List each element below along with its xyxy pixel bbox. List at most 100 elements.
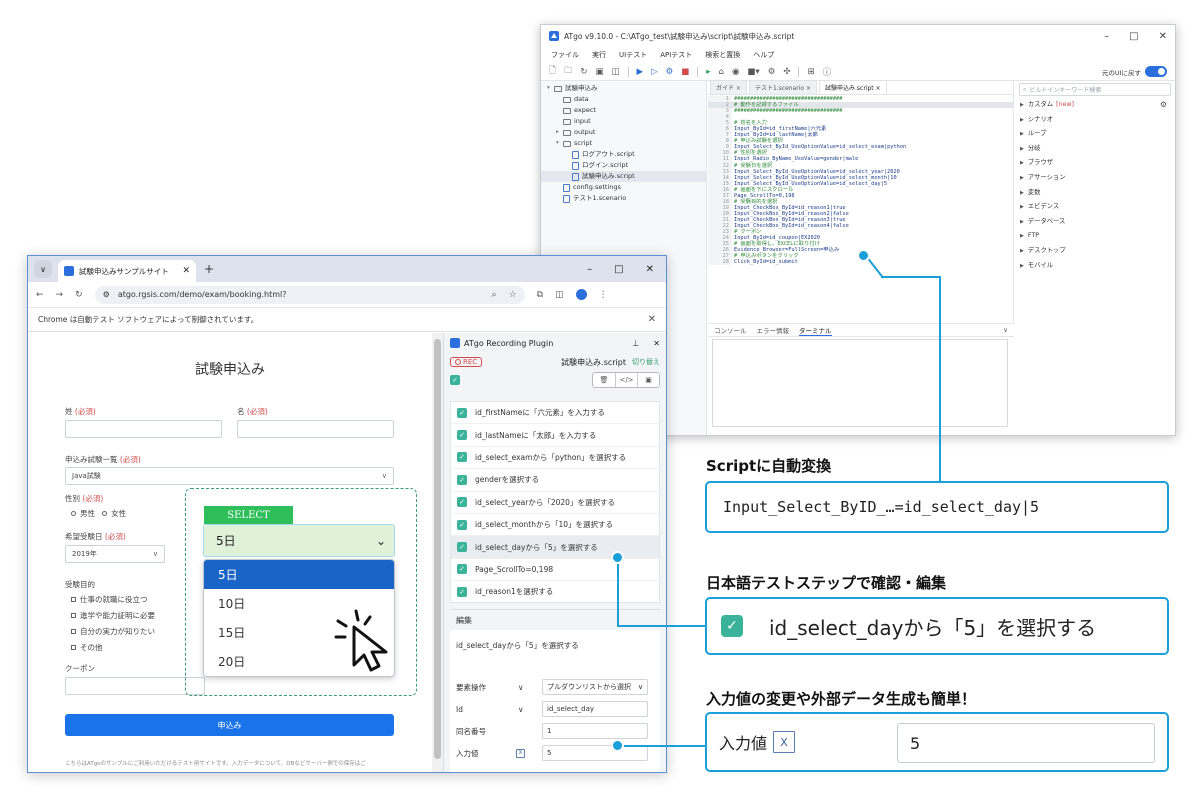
video-icon[interactable]: ■▾ [747, 67, 759, 77]
keyword-category[interactable]: ▶ カスタム [new] ⚙ [1015, 98, 1175, 113]
tree-item[interactable]: expect [541, 105, 706, 116]
recorded-step[interactable]: ✓ id_lastNameに「太郎」を入力する [451, 424, 659, 447]
bookmark-star-icon[interactable]: ☆ [509, 290, 517, 300]
tree-item[interactable]: 試験申込み.script [541, 171, 706, 182]
extensions-icon[interactable]: ⧉ [537, 290, 543, 300]
keyword-category[interactable]: ▶ エビデンス [1015, 200, 1175, 215]
menu-search-replace[interactable]: 検索と置換 [705, 50, 740, 60]
menu-ui-test[interactable]: UIテスト [619, 50, 647, 60]
tree-item[interactable]: ▾ 試験申込み [541, 83, 706, 94]
edit-row-value[interactable]: 1 [542, 723, 648, 739]
recorded-step[interactable]: ✓ id_firstNameに「六元素」を入力する [451, 402, 659, 425]
tree-item[interactable]: data [541, 94, 706, 105]
save-icon[interactable]: ▣ [637, 373, 659, 387]
zoom-icon[interactable]: ⌕ [492, 290, 497, 300]
edit-row-value[interactable]: プルダウンリストから選択 ∨ [542, 679, 648, 695]
step-checkbox[interactable]: ✓ [457, 452, 467, 463]
keyword-category[interactable]: ▶ FTP [1015, 229, 1175, 244]
step-checkbox[interactable]: ✓ [457, 519, 467, 530]
tree-item[interactable]: config.settings [541, 182, 706, 193]
site-info-icon[interactable]: ⚙ [103, 290, 110, 299]
expand-toggle-icon[interactable]: ▸ [556, 127, 563, 138]
keyword-category[interactable]: ▶ モバイル [1015, 259, 1175, 274]
keyword-search-input[interactable]: ⌕ ビルトインキーワード検索 [1019, 83, 1171, 96]
more-menu-icon[interactable]: ⋮ [599, 290, 608, 300]
reload-icon[interactable]: ↻ [75, 290, 83, 300]
tree-item[interactable]: ログイン.script [541, 160, 706, 171]
recorded-step[interactable]: ✓ id_select_monthから「10」を選択する [451, 514, 659, 537]
save-icon[interactable]: ▣ [595, 67, 603, 77]
excel-icon[interactable]: X [516, 748, 525, 758]
exam-select[interactable]: Java試験 ∨ [65, 467, 394, 485]
tree-item[interactable]: ▸ output [541, 127, 706, 138]
step-checkbox[interactable]: ✓ [457, 407, 467, 418]
menu-help[interactable]: ヘルプ [753, 50, 774, 60]
select-all-checkbox[interactable]: ✓ [450, 375, 460, 385]
maximize-icon[interactable]: □ [614, 264, 623, 275]
purpose-option[interactable]: 進学や能力証明に必要 [71, 610, 155, 621]
recorded-step[interactable]: ✓ genderを選択する [451, 469, 659, 492]
minimize-icon[interactable]: – [1104, 31, 1109, 42]
code-area[interactable]: 1 ################################## 2 # 動作… [708, 96, 1013, 323]
close-icon[interactable]: ✕ [653, 339, 660, 348]
maximize-icon[interactable]: □ [1129, 31, 1138, 42]
expand-toggle-icon[interactable]: ▾ [547, 83, 554, 94]
step-checkbox[interactable]: ✓ [457, 542, 467, 553]
chevron-down-icon[interactable]: ∨ [518, 705, 524, 714]
recorded-step[interactable]: ✓ id_reason1を選択する [451, 581, 659, 602]
edit-row-value[interactable]: id_select_day [542, 701, 648, 717]
menu-api-test[interactable]: APIテスト [660, 50, 692, 60]
forward-icon[interactable]: → [56, 290, 64, 300]
info-icon[interactable]: ⓘ [823, 66, 832, 78]
tab-terminal[interactable]: ターミナル [799, 325, 832, 336]
new-tab-icon[interactable]: + [204, 262, 214, 276]
menu-file[interactable]: ファイル [551, 50, 579, 60]
chevron-down-icon[interactable]: ∨ [1003, 326, 1008, 334]
step-checkbox[interactable]: ✓ [457, 586, 467, 597]
day-select[interactable]: 5日 ⌄ [203, 524, 395, 557]
coupon-input[interactable] [65, 677, 205, 695]
purpose-option[interactable]: その他 [71, 642, 103, 653]
delete-icon[interactable]: 🗑 [593, 373, 615, 387]
radio-male[interactable] [71, 511, 76, 516]
submit-button[interactable]: 申込み [65, 714, 394, 736]
record-icon[interactable]: ◉ [732, 67, 739, 77]
keyword-category[interactable]: ▶ デスクトップ [1015, 244, 1175, 259]
keyword-category[interactable]: ▶ データベース [1015, 215, 1175, 230]
tab-search-icon[interactable]: ∨ [34, 260, 52, 278]
purpose-option[interactable]: 自分の実力が知りたい [71, 626, 155, 637]
run-icon[interactable]: ▶ [637, 67, 644, 77]
debug-icon[interactable]: ⚙ [666, 67, 674, 77]
url-field[interactable]: ⚙ atgo.rgsis.com/demo/exam/booking.html?… [94, 285, 525, 304]
tab-errors[interactable]: エラー情報 [757, 325, 790, 335]
keyword-category[interactable]: ▶ 変数 [1015, 186, 1175, 201]
recorded-step[interactable]: ✓ Page_ScrollTo=0,198 [451, 559, 659, 582]
save-all-icon[interactable]: ◫ [612, 67, 620, 77]
terminal-area[interactable] [712, 339, 1008, 427]
keyword-category[interactable]: ▶ アサーション [1015, 171, 1175, 186]
browser-tab[interactable]: 試験申込みサンプルサイト ✕ [58, 260, 196, 282]
step-icon[interactable]: ▸ [706, 67, 710, 77]
last-name-input[interactable] [65, 420, 222, 438]
page-scrollbar[interactable] [432, 333, 443, 772]
tab-script[interactable]: 試験申込み.script × [819, 80, 887, 94]
sidepanel-icon[interactable]: ◫ [555, 290, 564, 300]
recorded-step[interactable]: ✓ id_select_examから「python」を選択する [451, 447, 659, 470]
step-checkbox[interactable]: ✓ [457, 430, 467, 441]
day-option[interactable]: 5日 [204, 560, 394, 589]
minimize-icon[interactable]: – [587, 264, 592, 275]
run-from-icon[interactable]: ▷ [651, 67, 658, 77]
tab-guide[interactable]: ガイド × [710, 80, 747, 94]
recorded-step[interactable]: ✓ id_select_yearから「2020」を選択する [451, 492, 659, 514]
plugin-icon[interactable]: ✣ [783, 67, 790, 77]
purpose-option[interactable]: 仕事の就職に役立つ [71, 594, 148, 605]
step-checkbox[interactable]: ✓ [457, 497, 467, 508]
radio-female[interactable] [102, 511, 108, 516]
tree-item[interactable]: ログアウト.script [541, 149, 706, 160]
open-folder-icon[interactable]: 🗀 [564, 65, 573, 79]
script-editor[interactable]: ガイド × テスト1.scenario × 試験申込み.script × 1 ##… [708, 80, 1014, 323]
keyword-category[interactable]: ▶ シナリオ [1015, 113, 1175, 128]
expand-toggle-icon[interactable]: ▾ [556, 138, 563, 149]
close-icon[interactable]: ✕ [646, 264, 654, 275]
close-infobar-icon[interactable]: ✕ [648, 314, 656, 325]
